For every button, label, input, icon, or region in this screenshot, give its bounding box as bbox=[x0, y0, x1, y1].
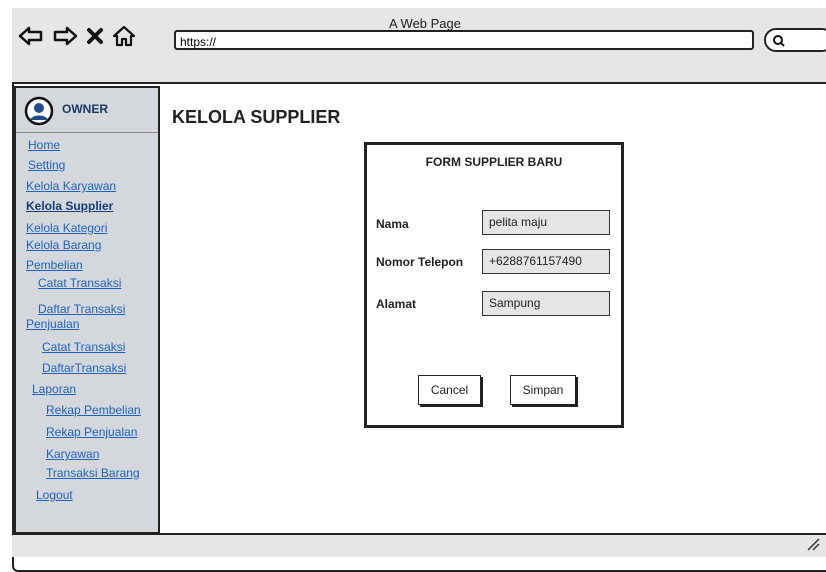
search-icon bbox=[773, 35, 785, 47]
user-role: OWNER bbox=[62, 102, 108, 116]
sidebar-item-transaksi-barang[interactable]: Transaksi Barang bbox=[46, 466, 140, 480]
sidebar-item-setting[interactable]: Setting bbox=[28, 158, 65, 172]
sidebar-user: OWNER bbox=[16, 88, 158, 133]
sidebar-item-penjualan[interactable]: Penjualan bbox=[26, 317, 79, 331]
sidebar-item-pembelian-daftar-transaksi[interactable]: Daftar Transaksi bbox=[38, 302, 125, 316]
sidebar-item-kelola-barang[interactable]: Kelola Barang bbox=[26, 238, 101, 252]
resize-handle-icon[interactable] bbox=[806, 537, 820, 556]
page-title: KELOLA SUPPLIER bbox=[172, 107, 341, 127]
form-title: FORM SUPPLIER BARU bbox=[425, 155, 563, 169]
nomor-telepon-field[interactable]: +6288761157490 bbox=[482, 249, 610, 274]
sidebar-item-kelola-kategori[interactable]: Kelola Kategori bbox=[26, 221, 107, 235]
alamat-label: Alamat bbox=[376, 297, 417, 311]
avatar bbox=[24, 96, 54, 131]
sidebar-item-kelola-karyawan[interactable]: Kelola Karyawan bbox=[26, 179, 116, 193]
stop-icon[interactable] bbox=[86, 27, 104, 45]
back-icon[interactable] bbox=[18, 25, 44, 47]
nama-field[interactable]: pelita maju bbox=[482, 210, 610, 235]
sidebar-item-pembelian[interactable]: Pembelian bbox=[26, 258, 83, 272]
nav-buttons bbox=[18, 22, 136, 50]
supplier-form: FORM SUPPLIER BARU Nama pelita maju Nomo… bbox=[364, 142, 624, 428]
forward-icon[interactable] bbox=[52, 25, 78, 47]
home-icon[interactable] bbox=[112, 24, 136, 48]
address-bar[interactable]: https:// bbox=[174, 30, 754, 50]
alamat-field[interactable]: Sampung bbox=[482, 291, 610, 316]
sidebar-item-home[interactable]: Home bbox=[28, 138, 60, 152]
status-bar bbox=[12, 533, 826, 557]
search-box[interactable] bbox=[764, 28, 826, 52]
sidebar-item-kelola-supplier[interactable]: Kelola Supplier bbox=[26, 199, 113, 213]
sidebar-item-laporan[interactable]: Laporan bbox=[32, 382, 76, 396]
nama-label: Nama bbox=[376, 217, 409, 231]
sidebar-item-logout[interactable]: Logout bbox=[36, 488, 73, 502]
cancel-button[interactable]: Cancel bbox=[418, 375, 481, 405]
sidebar-item-rekap-penjualan[interactable]: Rekap Penjualan bbox=[46, 425, 137, 439]
sidebar-item-penjualan-daftar-transaksi[interactable]: DaftarTransaksi bbox=[42, 361, 126, 375]
sidebar-item-rekap-pembelian[interactable]: Rekap Pembelian bbox=[46, 403, 141, 417]
nomor-telepon-label: Nomor Telepon bbox=[376, 255, 464, 269]
sidebar-item-penjualan-catat-transaksi[interactable]: Catat Transaksi bbox=[42, 340, 125, 354]
sidebar-item-karyawan[interactable]: Karyawan bbox=[46, 447, 99, 461]
simpan-button[interactable]: Simpan bbox=[510, 375, 576, 405]
sidebar-item-pembelian-catat-transaksi[interactable]: Catat Transaksi bbox=[38, 276, 121, 290]
